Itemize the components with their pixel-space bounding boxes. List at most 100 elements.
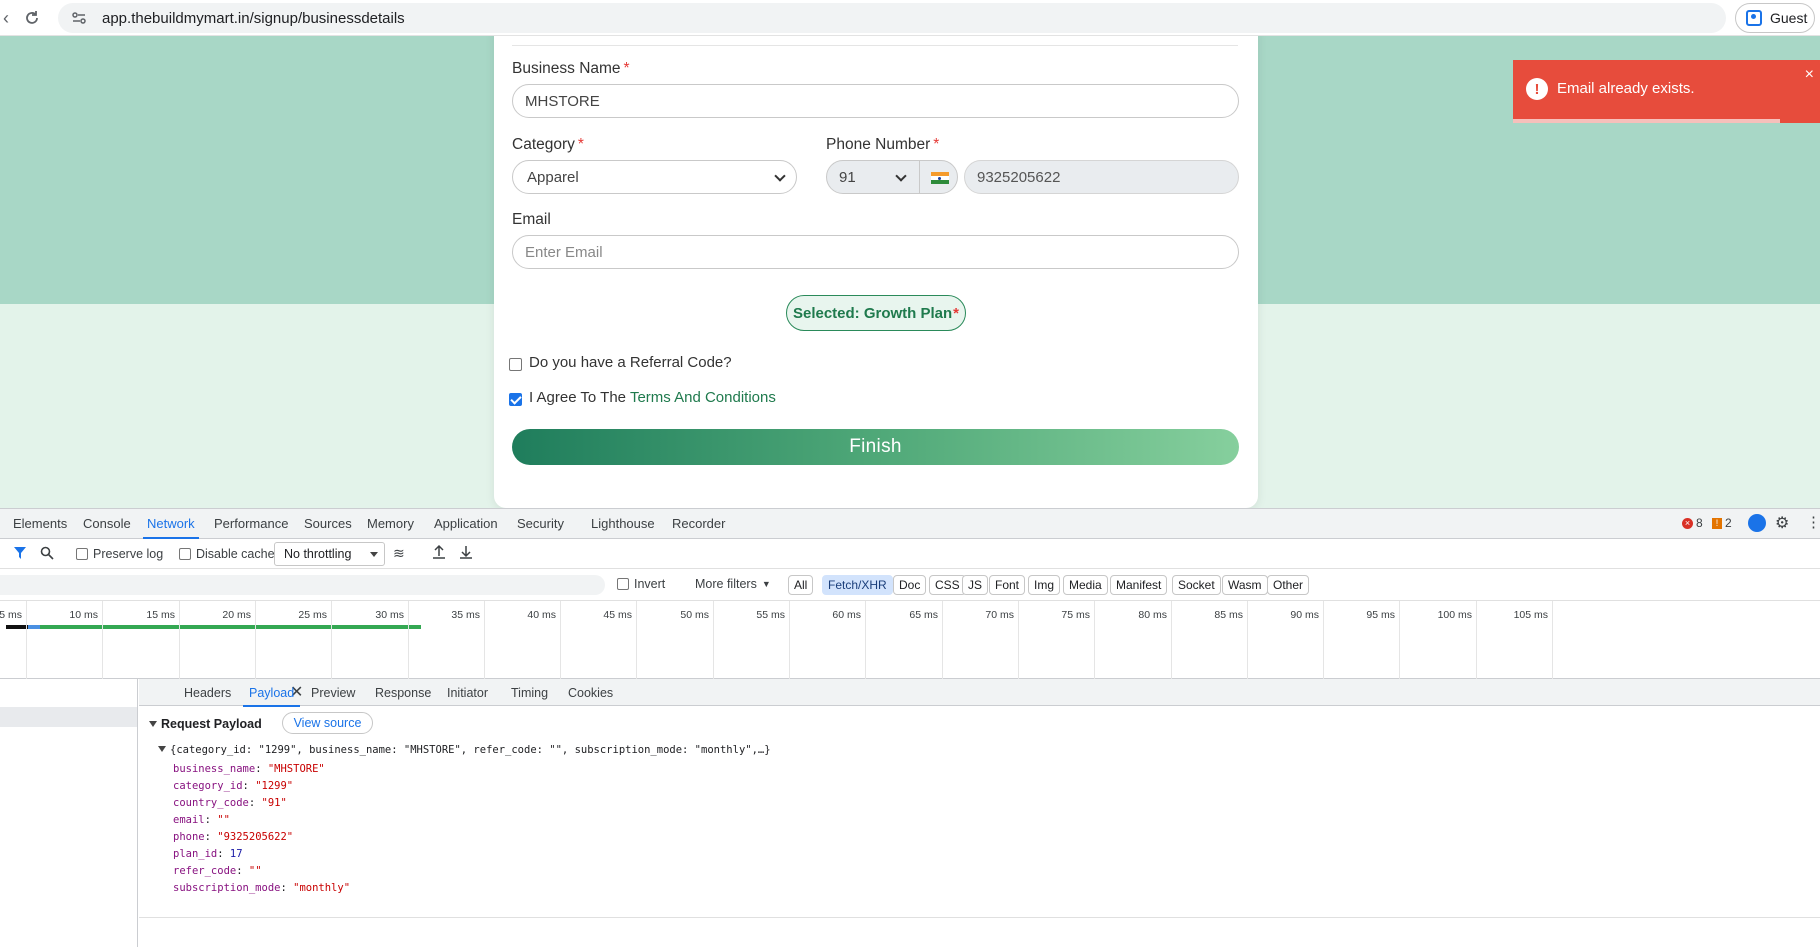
terms-link[interactable]: Terms And Conditions <box>630 389 776 406</box>
site-info-icon[interactable] <box>70 9 88 27</box>
tab-preview[interactable]: Preview <box>311 686 355 700</box>
gear-icon[interactable]: ⚙ <box>1775 513 1789 533</box>
payload-summary-text: {category_id: "1299", business_name: "MH… <box>170 744 771 756</box>
view-source-button[interactable]: View source <box>282 712 373 734</box>
import-har-icon[interactable] <box>432 544 446 563</box>
tab-response[interactable]: Response <box>375 686 431 700</box>
disable-cache-checkbox[interactable]: Disable cache <box>179 547 275 561</box>
country-code-select[interactable]: 91 <box>826 160 958 194</box>
chip-js[interactable]: JS <box>962 575 989 595</box>
tab-initiator[interactable]: Initiator <box>447 686 488 700</box>
referral-label: Do you have a Referral Code? <box>529 354 732 371</box>
category-value: Apparel <box>527 168 579 186</box>
business-name-input[interactable]: MHSTORE <box>512 84 1239 118</box>
payload-field-row[interactable]: email: "" <box>173 814 230 826</box>
timeline-gridline <box>255 601 256 679</box>
invert-label: Invert <box>634 577 666 591</box>
more-filters-label: More filters <box>695 577 757 591</box>
chevron-down-icon <box>370 552 378 557</box>
chip-doc[interactable]: Doc <box>893 575 927 595</box>
finish-button[interactable]: Finish <box>512 429 1239 465</box>
export-har-icon[interactable] <box>459 544 473 563</box>
tab-elements[interactable]: Elements <box>13 516 67 531</box>
tab-console[interactable]: Console <box>83 516 131 531</box>
chip-media[interactable]: Media <box>1063 575 1108 595</box>
tab-headers[interactable]: Headers <box>184 686 231 700</box>
timeline-tick-label: 35 ms <box>451 609 480 621</box>
more-options-icon[interactable]: ⋮ <box>1806 513 1820 531</box>
tab-security[interactable]: Security <box>517 516 564 531</box>
payload-field-row[interactable]: country_code: "91" <box>173 797 287 809</box>
address-bar[interactable]: app.thebuildmymart.in/signup/businessdet… <box>58 3 1726 33</box>
tab-cookies[interactable]: Cookies <box>568 686 613 700</box>
chip-css[interactable]: CSS <box>929 575 966 595</box>
profile-icon <box>1746 10 1762 26</box>
timeline-gridline <box>1476 601 1477 679</box>
payload-key: refer_code <box>173 865 237 877</box>
timeline-gridline <box>560 601 561 679</box>
required-mark: * <box>623 60 630 77</box>
expand-triangle-icon <box>158 746 166 752</box>
filter-bar: Invert More filters ▼ All Fetch/XHR Doc C… <box>0 569 1820 601</box>
chip-all[interactable]: All <box>788 575 814 595</box>
payload-separator: : <box>242 780 256 792</box>
filter-icon[interactable] <box>13 546 27 563</box>
payload-field-row[interactable]: category_id: "1299" <box>173 780 293 792</box>
payload-field-row[interactable]: plan_id: 17 <box>173 848 243 860</box>
tab-network[interactable]: Network <box>143 516 199 539</box>
chip-socket[interactable]: Socket <box>1172 575 1221 595</box>
chip-other[interactable]: Other <box>1267 575 1310 595</box>
timeline-tick-label: 75 ms <box>1061 609 1090 621</box>
page-viewport: Business Name * MHSTORE Category * Apparel… <box>0 36 1820 508</box>
payload-summary[interactable]: {category_id: "1299", business_name: "MH… <box>158 744 771 756</box>
throttling-select[interactable]: No throttling <box>274 542 385 566</box>
close-icon[interactable]: × <box>1805 66 1814 84</box>
back-icon[interactable]: ‹ <box>0 6 18 30</box>
ai-assist-icon[interactable] <box>1748 514 1766 532</box>
warning-count-value: 2 <box>1725 516 1732 530</box>
selected-request-row[interactable] <box>0 707 137 727</box>
tab-timing[interactable]: Timing <box>511 686 548 700</box>
phone-input[interactable]: 9325205622 <box>964 160 1239 194</box>
more-filters-dropdown[interactable]: More filters ▼ <box>695 577 771 591</box>
tab-lighthouse[interactable]: Lighthouse <box>591 516 655 531</box>
tab-payload[interactable]: Payload <box>242 686 301 707</box>
network-conditions-icon[interactable]: ≋ <box>393 545 405 562</box>
referral-checkbox[interactable] <box>509 358 522 371</box>
devtools-tab-bar: Elements Console Network Performance Sou… <box>0 509 1820 539</box>
payload-field-row[interactable]: refer_code: "" <box>173 865 262 877</box>
filter-input[interactable] <box>0 575 605 595</box>
payload-heading-text: Request Payload <box>161 717 262 731</box>
payload-field-row[interactable]: subscription_mode: "monthly" <box>173 882 350 894</box>
email-input[interactable]: Enter Email <box>512 235 1239 269</box>
search-icon[interactable] <box>40 546 54 563</box>
chip-font[interactable]: Font <box>989 575 1026 595</box>
tab-performance[interactable]: Performance <box>214 516 288 531</box>
reload-icon[interactable] <box>20 6 44 30</box>
timeline-gridline <box>179 601 180 679</box>
tab-recorder[interactable]: Recorder <box>672 516 725 531</box>
timeline-tick-label: 20 ms <box>222 609 251 621</box>
chip-manifest[interactable]: Manifest <box>1110 575 1168 595</box>
payload-field-row[interactable]: business_name: "MHSTORE" <box>173 763 325 775</box>
chip-img[interactable]: Img <box>1028 575 1061 595</box>
invert-checkbox[interactable]: Invert <box>617 577 665 591</box>
chip-fetch-xhr[interactable]: Fetch/XHR <box>822 575 893 595</box>
payload-field-row[interactable]: phone: "9325205622" <box>173 831 293 843</box>
agree-terms-checkbox[interactable] <box>509 393 522 406</box>
request-payload-heading[interactable]: Request Payload <box>149 717 262 731</box>
category-select[interactable]: Apparel <box>512 160 797 194</box>
signup-card: Business Name * MHSTORE Category * Apparel… <box>494 36 1258 508</box>
preserve-log-checkbox[interactable]: Preserve log <box>76 547 163 561</box>
tab-sources[interactable]: Sources <box>304 516 352 531</box>
warning-count[interactable]: ! 2 <box>1712 516 1732 530</box>
tab-application[interactable]: Application <box>434 516 498 531</box>
chip-wasm[interactable]: Wasm <box>1222 575 1268 595</box>
tab-memory[interactable]: Memory <box>367 516 414 531</box>
timeline-tick-label: 25 ms <box>298 609 327 621</box>
error-count[interactable]: × 8 <box>1682 516 1703 530</box>
payload-value: 17 <box>229 848 243 860</box>
profile-button[interactable]: Guest <box>1735 3 1815 33</box>
payload-key: email <box>173 814 205 826</box>
payload-key: subscription_mode <box>173 882 281 894</box>
